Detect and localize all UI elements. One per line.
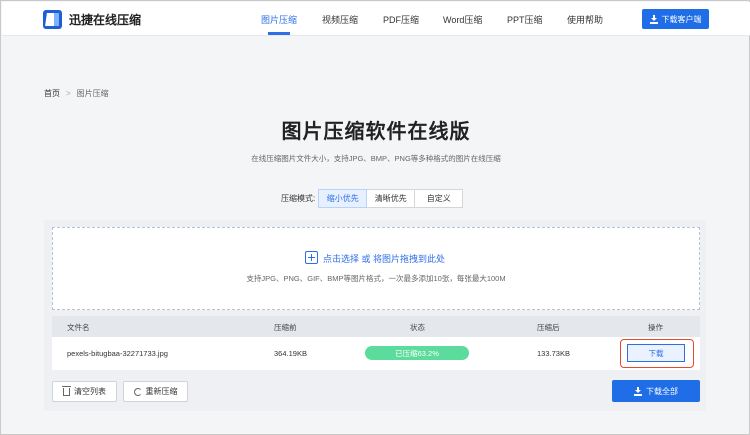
size-before: 364.19KB [274,349,307,358]
clear-list-button[interactable]: 清空列表 [52,381,117,402]
status-badge: 已压缩63.2% [365,346,469,360]
download-all-button[interactable]: 下载全部 [612,380,700,402]
page-subtitle: 在线压缩图片文件大小，支持JPG、BMP、PNG等多种格式的图片在线压缩 [251,154,501,163]
col-filename: 文件名 [67,323,90,332]
breadcrumb-home[interactable]: 首页 [44,88,60,99]
compress-mode-selector: 压缩模式: 缩小优先 清晰优先 自定义 [281,189,464,208]
breadcrumb-separator: > [66,89,71,98]
download-icon [649,14,658,24]
download-all-label: 下载全部 [646,386,678,396]
recompress-button[interactable]: 重新压缩 [123,381,188,402]
logo[interactable]: 迅捷在线压缩 [43,10,141,29]
size-after: 133.73KB [537,349,570,358]
breadcrumb-current: 图片压缩 [76,89,109,98]
compress-mode-label: 压缩模式: [281,194,316,203]
nav-ppt-compress[interactable]: PPT压缩 [507,13,543,26]
breadcrumb: 首页 > 图片压缩 [44,88,109,99]
app-window: 迅捷在线压缩 图片压缩 视频压缩 PDF压缩 Word压缩 PPT压缩 使用帮助… [0,0,750,435]
download-file-button[interactable]: 下载 [627,344,685,362]
nav-pdf-compress[interactable]: PDF压缩 [383,13,419,26]
download-client-button[interactable]: 下载客户端 [642,9,709,29]
trash-icon [62,385,71,396]
upload-text[interactable]: 点击选择 或 将图片拖拽到此处 [323,252,445,265]
clear-list-label: 清空列表 [74,387,106,396]
col-action: 操作 [648,323,663,332]
nav-active-indicator [268,32,290,35]
nav-image-compress[interactable]: 图片压缩 [261,13,297,26]
download-client-label: 下载客户端 [661,14,702,24]
file-table-header: 文件名 压缩前 状态 压缩后 操作 [52,316,700,337]
upload-dropzone[interactable] [52,227,700,310]
logo-icon [43,10,62,29]
nav-help[interactable]: 使用帮助 [567,13,603,26]
page-title: 图片压缩软件在线版 [281,121,471,143]
col-status: 状态 [410,323,425,332]
mode-size-first[interactable]: 缩小优先 [318,189,368,208]
recompress-label: 重新压缩 [145,387,178,396]
nav-word-compress[interactable]: Word压缩 [443,13,482,26]
add-file-icon[interactable] [305,251,318,264]
mode-clarity-first[interactable]: 清晰优先 [366,189,416,208]
col-before: 压缩前 [274,323,297,332]
top-header: 迅捷在线压缩 图片压缩 视频压缩 PDF压缩 Word压缩 PPT压缩 使用帮助… [2,2,750,36]
mode-custom[interactable]: 自定义 [414,189,464,208]
upload-hint: 支持JPG、PNG、GIF、BMP等图片格式，一次最多添加10张，每张最大100… [246,274,506,283]
nav-video-compress[interactable]: 视频压缩 [322,13,358,26]
file-name: pexels-bitugbaa-32271733.jpg [67,349,168,358]
download-icon [634,386,642,396]
table-row: pexels-bitugbaa-32271733.jpg 364.19KB 已压… [52,337,700,370]
logo-text: 迅捷在线压缩 [69,13,142,27]
col-after: 压缩后 [537,323,560,332]
refresh-icon [133,387,142,396]
